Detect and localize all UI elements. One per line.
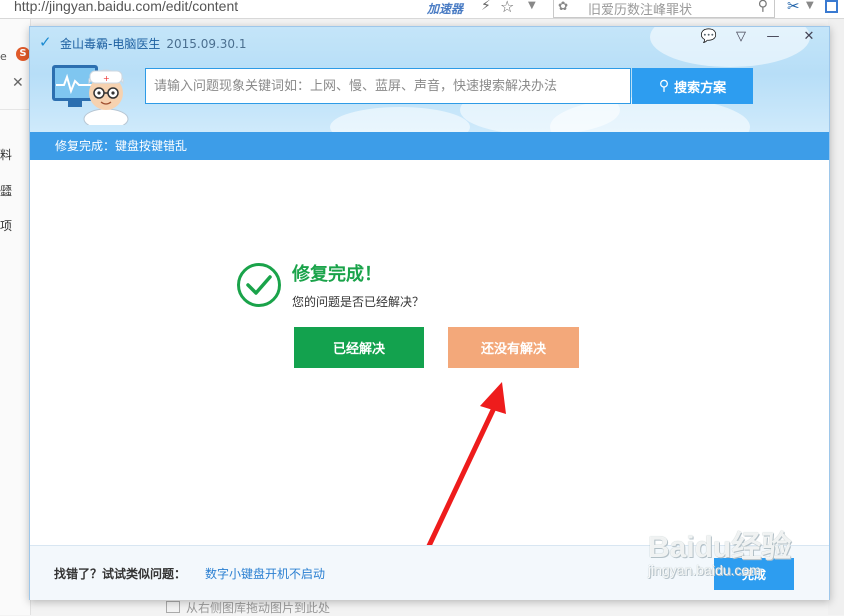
status-text: 修复完成：键盘按键错乱 xyxy=(55,139,188,153)
similar-problems-label: 找错了？试试类似问题： xyxy=(54,567,187,581)
result-question: 您的问题是否已经解决？ xyxy=(292,295,425,309)
close-icon[interactable]: ✕ xyxy=(798,29,820,47)
app-title: 金山毒霸-电脑医生 2015.09.30.1 xyxy=(60,37,247,51)
divider xyxy=(0,109,30,110)
result-title: 修复完成！ xyxy=(292,264,382,285)
search-solution-button[interactable]: ⚲ 搜索方案 xyxy=(632,68,753,104)
side-item[interactable]: 料 xyxy=(0,146,12,163)
side-item[interactable]: 项 xyxy=(0,217,12,234)
paw-icon: ✿ xyxy=(558,0,569,13)
result-panel: 修复完成！ 您的问题是否已经解决？ 已经解决 还没有解决 xyxy=(30,160,829,571)
solved-button[interactable]: 已经解决 xyxy=(294,327,424,368)
problem-search-input[interactable] xyxy=(152,69,626,103)
drop-hint: 从右侧图库拖动图片到此处 xyxy=(166,599,330,616)
menu-icon[interactable]: ▽ xyxy=(730,29,752,47)
star-icon[interactable]: ☆ xyxy=(500,0,514,16)
chevron-down-icon[interactable]: ▼ xyxy=(528,0,536,11)
page-sidebar: e S ✕ 料 瓥 项 xyxy=(0,19,31,615)
not-solved-button[interactable]: 还没有解决 xyxy=(448,327,579,368)
doctor-avatar-icon: + xyxy=(52,65,129,125)
window-icon[interactable] xyxy=(825,0,838,13)
image-icon xyxy=(166,601,180,613)
chevron-down-icon[interactable]: ▼ xyxy=(806,0,814,11)
status-strip: 修复完成：键盘按键错乱 xyxy=(30,132,829,160)
minimize-icon[interactable]: — xyxy=(762,29,784,47)
close-icon[interactable]: ✕ xyxy=(12,75,24,91)
baidu-jingyan-watermark: Baidu经验 jingyan.baidu.com xyxy=(648,531,792,578)
sogou-icon[interactable]: S xyxy=(16,47,30,61)
browser-search-text: 旧爱历数注峰罪状 xyxy=(588,3,693,18)
lightning-icon[interactable]: ⚡ xyxy=(481,0,491,14)
search-icon[interactable]: ⚲ xyxy=(758,0,768,14)
dialog-header: ✓ 金山毒霸-电脑医生 2015.09.30.1 💬 ▽ — ✕ + 请输入问题… xyxy=(30,27,829,132)
annotation-arrow xyxy=(419,382,506,571)
cloud-decoration xyxy=(330,107,470,132)
search-icon: ⚲ xyxy=(658,78,670,94)
svg-text:+: + xyxy=(103,74,110,83)
success-check-icon xyxy=(237,263,281,307)
scissors-icon[interactable]: ✂ xyxy=(787,0,800,15)
pc-doctor-dialog: ✓ 金山毒霸-电脑医生 2015.09.30.1 💬 ▽ — ✕ + 请输入问题… xyxy=(29,26,830,600)
duba-logo-icon: ✓ xyxy=(39,33,52,51)
browser-toolbar: http://jingyan.baidu.com/edit/content 加速… xyxy=(0,0,844,19)
chat-icon[interactable]: 💬 xyxy=(698,29,720,47)
side-tab-letter: e xyxy=(0,50,7,63)
similar-problem-link[interactable]: 数字小键盘开机不启动 xyxy=(205,565,325,582)
side-item[interactable]: 瓥 xyxy=(0,182,12,199)
browser-search-box[interactable]: ✿ 旧爱历数注峰罪状 ⚲ xyxy=(553,0,775,18)
accelerator-button[interactable]: 加速器 xyxy=(427,0,463,17)
problem-search-field[interactable] xyxy=(145,68,631,104)
address-bar-url[interactable]: http://jingyan.baidu.com/edit/content xyxy=(14,0,238,14)
